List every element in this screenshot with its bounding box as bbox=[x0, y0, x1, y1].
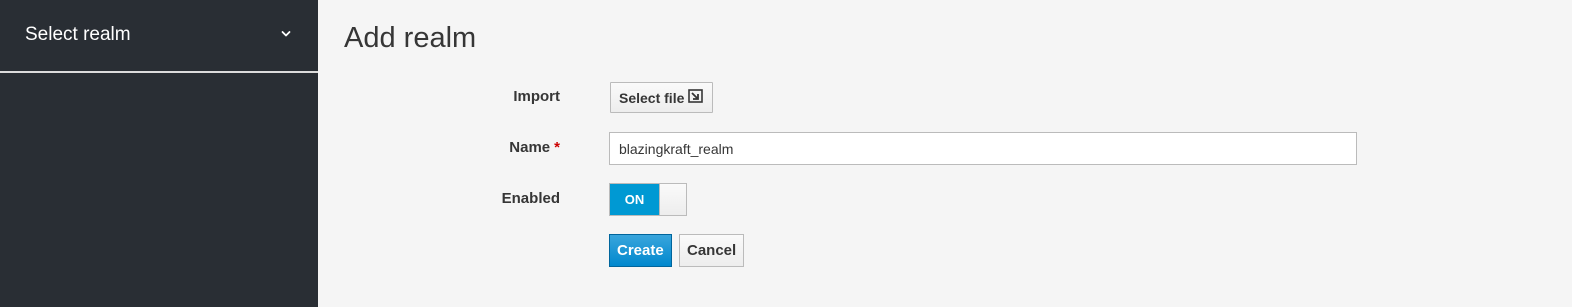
chevron-down-icon bbox=[280, 27, 292, 39]
import-label: Import bbox=[513, 88, 560, 105]
import-file-icon bbox=[688, 88, 704, 107]
toggle-on-label: ON bbox=[610, 184, 659, 215]
realm-selector-label: Select realm bbox=[25, 24, 131, 45]
sidebar: Select realm bbox=[0, 0, 318, 307]
create-button[interactable]: Create bbox=[609, 234, 672, 267]
enabled-toggle[interactable]: ON bbox=[609, 183, 687, 216]
page-title: Add realm bbox=[344, 22, 477, 54]
select-file-label: Select file bbox=[619, 89, 685, 106]
realm-selector-dropdown[interactable]: Select realm bbox=[0, 0, 318, 73]
cancel-button[interactable]: Cancel bbox=[679, 234, 745, 267]
main-content: Add realm Import Select file Name* Enabl… bbox=[318, 0, 1572, 307]
enabled-label: Enabled bbox=[501, 190, 560, 207]
name-label-text: Name bbox=[509, 139, 551, 156]
select-file-button[interactable]: Select file bbox=[610, 82, 714, 113]
required-marker: * bbox=[554, 139, 560, 156]
toggle-knob bbox=[659, 184, 686, 215]
realm-name-input[interactable] bbox=[609, 132, 1357, 165]
name-label: Name * bbox=[509, 139, 560, 156]
